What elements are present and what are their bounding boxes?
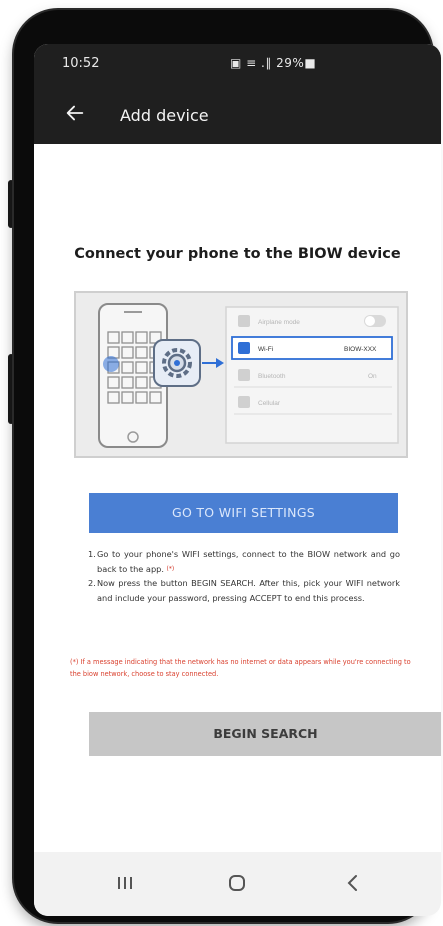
settings-row-value: BIOW-XXX xyxy=(344,346,377,353)
phone-screen: 10:52 ▣ ≡ .∥ 29%■ Add device Connect you… xyxy=(34,44,441,916)
recents-icon[interactable] xyxy=(110,870,140,896)
connection-note: (*) If a message indicating that the net… xyxy=(70,658,411,678)
settings-row-label: Wi-Fi xyxy=(258,346,273,353)
cellular-icon xyxy=(238,396,250,408)
settings-row-label: Cellular xyxy=(258,400,281,407)
step-text: Now press the button BEGIN SEARCH. After… xyxy=(97,578,400,603)
settings-row-label: Airplane mode xyxy=(258,319,300,326)
page-title: Add device xyxy=(120,106,209,125)
connect-heading: Connect your phone to the BIOW device xyxy=(74,246,401,262)
wifi-icon xyxy=(238,342,250,354)
instruction-step: 2. Now press the button BEGIN SEARCH. Af… xyxy=(88,576,400,605)
bluetooth-icon xyxy=(238,369,250,381)
nav-back-icon[interactable] xyxy=(338,870,368,896)
connection-illustration: Airplane mode Wi-Fi BIOW-XXX Bluetooth On Cel… xyxy=(74,291,408,458)
airplane-icon xyxy=(238,315,250,327)
note-marker: (*) xyxy=(166,564,175,572)
step-number: 1. xyxy=(88,549,96,559)
settings-row-label: Bluetooth xyxy=(258,373,286,380)
step-number: 2. xyxy=(88,578,96,589)
settings-gear-icon xyxy=(153,339,201,387)
instructions: 1. Go to your phone's WIFI settings, con… xyxy=(88,547,400,605)
settings-row-value: On xyxy=(368,373,377,380)
illustration-graphic: Airplane mode Wi-Fi BIOW-XXX Bluetooth On Cel… xyxy=(98,303,399,448)
instruction-step: 1. Go to your phone's WIFI settings, con… xyxy=(88,547,400,576)
back-arrow-icon[interactable] xyxy=(64,102,86,124)
arrow-right-icon xyxy=(202,358,224,368)
toggle-knob-icon xyxy=(365,316,375,326)
go-to-wifi-settings-button[interactable]: GO TO WIFI SETTINGS xyxy=(89,493,398,533)
system-nav-bar xyxy=(34,852,441,916)
status-icons: ▣ ≡ .∥ 29%■ xyxy=(230,56,317,70)
home-icon[interactable] xyxy=(222,870,252,896)
status-bar: 10:52 ▣ ≡ .∥ 29%■ xyxy=(34,44,441,88)
phone-frame: 10:52 ▣ ≡ .∥ 29%■ Add device Connect you… xyxy=(14,10,441,922)
step-text: Go to your phone's WIFI settings, connec… xyxy=(97,549,400,574)
status-time: 10:52 xyxy=(62,56,100,71)
begin-search-button[interactable]: BEGIN SEARCH xyxy=(89,712,441,756)
app-bar: Add device xyxy=(34,88,441,144)
settings-row: Wi-Fi BIOW-XXX xyxy=(231,336,393,360)
